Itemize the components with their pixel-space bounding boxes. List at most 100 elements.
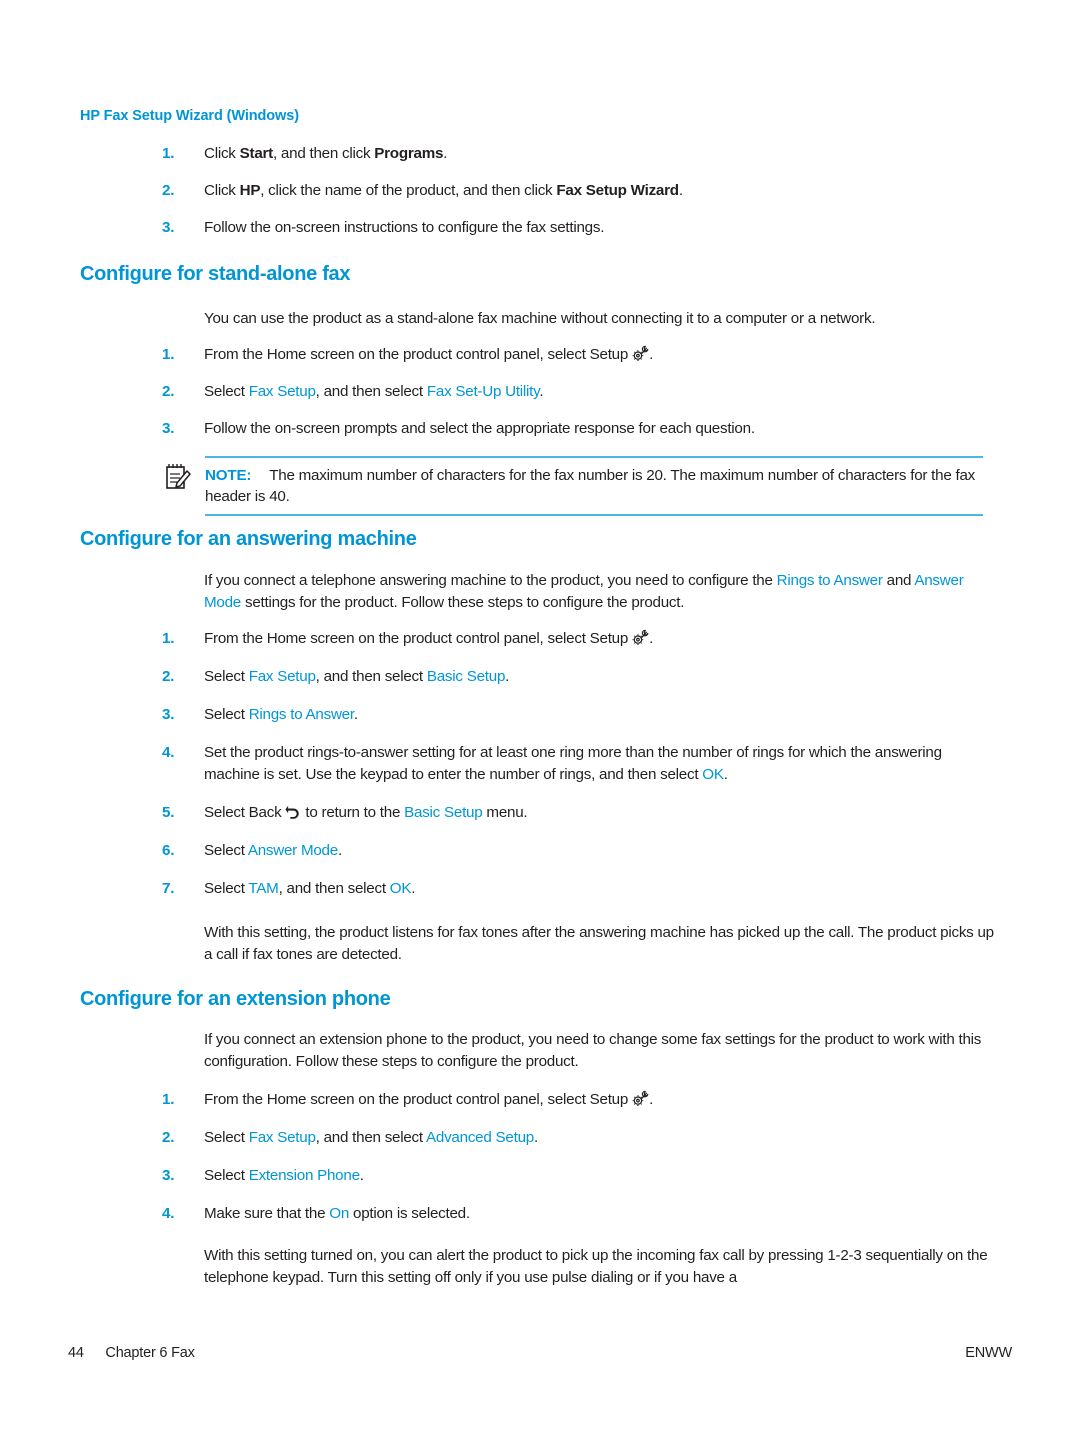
emphasis-text: Start [239,145,274,162]
list-number: 4. [162,744,175,761]
list-item: 1. From the Home screen on the product c… [162,628,992,650]
ui-reference-text: Rings to Answer [248,706,354,723]
ui-reference-text: Rings to Answer [776,572,883,589]
section-heading-text: Configure for stand-alone fax [80,263,351,285]
list-item: 1. Click Start, and then click Programs. [162,143,992,165]
list-extension-phone-steps: 1. From the Home screen on the product c… [162,1089,992,1225]
emphasis-text: HP [239,182,261,199]
body-text: . [353,706,358,723]
footer-locale: ENWW [965,1345,1012,1361]
ui-reference-text: Fax Setup [248,1129,316,1146]
list-number: 3. [162,219,175,236]
list-wizard-steps: 1. Click Start, and then click Programs.… [162,143,992,239]
setup-gear-wrench-icon [632,345,649,362]
list-text: Select Back to return to the Basic Setup… [204,802,992,824]
body-text: Select [204,1129,249,1146]
list-number: 3. [162,1167,175,1184]
emphasis-text: Fax Setup Wizard [556,182,679,199]
body-text: Follow the on-screen prompts and select … [204,420,755,437]
body-text: . [723,766,728,783]
heading-hp-fax-setup-wizard: HP Fax Setup Wizard (Windows) [80,108,299,124]
body-text: Follow the on-screen instructions to con… [204,219,605,236]
body-text: If you connect a telephone answering mac… [204,572,777,589]
list-item: 3. Follow the on-screen prompts and sele… [162,418,992,440]
body-text: . [678,182,683,199]
list-number: 2. [162,182,175,199]
body-text: . [533,1129,538,1146]
body-text: Make sure that the [204,1205,330,1222]
list-number: 6. [162,842,175,859]
note-label: NOTE: [205,467,252,484]
footer-chapter: Chapter 6 Fax [105,1345,195,1361]
ui-reference-text: TAM [248,880,279,897]
ui-reference-text: Advanced Setup [426,1129,534,1146]
body-text: Set the product rings-to-answer setting … [204,744,942,783]
list-number: 1. [162,630,175,647]
ui-reference-text: Answer Mode [247,842,338,859]
body-text: settings for the product. Follow these s… [241,594,685,611]
body-text: . [649,1091,654,1108]
page-footer: 44 Chapter 6 Fax ENWW [68,1345,1012,1361]
list-number: 3. [162,706,175,723]
list-text: From the Home screen on the product cont… [204,344,992,366]
list-item: 5. Select Back to return to the Basic Se… [162,802,992,824]
paragraph-extension-phone-outro: With this setting turned on, you can ale… [204,1247,988,1286]
emphasis-text: Programs [374,145,444,162]
body-text: option is selected. [349,1205,470,1222]
note-callout: NOTE: The maximum number of characters f… [166,456,983,516]
list-item: 4. Set the product rings-to-answer setti… [162,742,992,786]
list-item: 3. Select Extension Phone. [162,1165,992,1187]
setup-gear-wrench-icon [632,629,649,646]
body-text: Select [204,383,249,400]
list-number: 1. [162,346,175,363]
list-number: 4. [162,1205,175,1222]
list-number: 3. [162,420,175,437]
body-text: , and then select [315,1129,427,1146]
list-item: 2. Select Fax Setup, and then select Fax… [162,381,992,403]
body-text: , and then select [315,668,427,685]
body-text: , and then select [315,383,427,400]
footer-page-number: 44 [68,1345,84,1361]
list-answering-machine-steps: 1. From the Home screen on the product c… [162,628,992,900]
list-item: 1. From the Home screen on the product c… [162,344,992,366]
list-item: 2. Select Fax Setup, and then select Bas… [162,666,992,688]
body-text: Click [204,145,240,162]
heading-configure-extension-phone: Configure for an extension phone [80,988,391,1011]
body-text: . [443,145,448,162]
body-text: . [337,842,342,859]
body-text: menu. [482,804,528,821]
list-text: Set the product rings-to-answer setting … [204,742,992,786]
list-number: 1. [162,145,175,162]
body-text: From the Home screen on the product cont… [204,346,633,363]
list-item: 6. Select Answer Mode. [162,840,992,862]
list-standalone-steps: 1. From the Home screen on the product c… [162,344,992,440]
body-text: . [359,1167,364,1184]
list-number: 2. [162,383,175,400]
body-text: , and then select [278,880,390,897]
list-text: Select Extension Phone. [204,1165,992,1187]
list-number: 2. [162,668,175,685]
body-text: Select [204,842,248,859]
body-text: Select [204,706,249,723]
list-text: Select Fax Setup, and then select Basic … [204,666,992,688]
ui-reference-text: Fax Set-Up Utility [426,383,540,400]
body-text: . [505,668,510,685]
list-text: Select TAM, and then select OK. [204,878,992,900]
document-page: HP Fax Setup Wizard (Windows) 1. Click S… [0,0,1080,1437]
heading-configure-answering-machine: Configure for an answering machine [80,528,417,551]
list-text: Follow the on-screen instructions to con… [204,217,992,239]
ui-reference-text: Basic Setup [404,804,483,821]
list-number: 7. [162,880,175,897]
note-pad-pencil-icon [163,462,193,492]
paragraph-extension-phone-intro: If you connect an extension phone to the… [204,1031,982,1070]
paragraph-answering-machine-outro: With this setting, the product listens f… [204,924,994,963]
note-message: The maximum number of characters for the… [205,467,976,505]
ui-reference-text: Fax Setup [248,383,316,400]
list-text: Select Fax Setup, and then select Advanc… [204,1127,992,1149]
list-item: 7. Select TAM, and then select OK. [162,878,992,900]
body-text: and [882,572,915,589]
list-item: 2. Click HP, click the name of the produ… [162,180,992,202]
list-item: 3. Follow the on-screen instructions to … [162,217,992,239]
section-heading-text: Configure for an extension phone [80,988,391,1010]
list-text: Select Answer Mode. [204,840,992,862]
